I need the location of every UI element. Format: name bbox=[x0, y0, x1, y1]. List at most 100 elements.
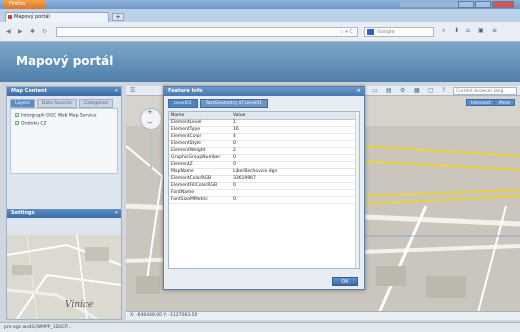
properties-grid: Name Value ElementLevel 1 ElementType 16 E… bbox=[168, 111, 360, 269]
back-icon[interactable]: ◀ bbox=[6, 28, 11, 35]
left-panel: Map Content « Layers Data Sources Catego… bbox=[6, 86, 122, 320]
window-controls bbox=[458, 1, 514, 8]
table-row[interactable]: ElementLevel 1 bbox=[169, 119, 359, 127]
browser-tab[interactable]: Mapový portál bbox=[5, 12, 109, 22]
portal-header: Mapový portál bbox=[0, 42, 520, 82]
window-titlebar: Firefox bbox=[0, 0, 520, 9]
layer-tree: Intergraph OGC Web Map Service Orotoku C… bbox=[10, 108, 118, 174]
tree-item[interactable]: Orotoku CZ bbox=[15, 120, 113, 126]
settings-header: Settings « bbox=[7, 209, 121, 218]
grid-scrollbar[interactable] bbox=[355, 112, 359, 268]
identify-icon[interactable]: ☰ bbox=[130, 87, 135, 94]
new-tab-button[interactable]: + bbox=[112, 13, 124, 21]
cell-value bbox=[231, 189, 359, 197]
cell-name: ElementLevel bbox=[169, 119, 231, 127]
measure-icon[interactable]: ▭ bbox=[372, 87, 378, 94]
zoom-slider[interactable] bbox=[150, 132, 152, 168]
status-bar: pre-ogc-ws4G/WMPP_1DSCP... bbox=[0, 322, 520, 332]
ok-button[interactable]: OK bbox=[332, 277, 358, 286]
overview-map-graphic: Vinice bbox=[7, 235, 121, 319]
table-row[interactable]: ElementWeight 2 bbox=[169, 147, 359, 155]
legend-icon[interactable]: ▦ bbox=[414, 87, 420, 94]
help-icon[interactable]: ? bbox=[442, 87, 445, 94]
location-search-input[interactable]: Current browser lang bbox=[453, 87, 517, 95]
pan-control[interactable]: + − bbox=[140, 108, 162, 130]
close-icon[interactable]: × bbox=[356, 87, 361, 96]
url-bar[interactable]: ☆ ▾ C bbox=[56, 27, 358, 37]
search-engine-icon[interactable] bbox=[367, 29, 374, 35]
tab-level01[interactable]: Level01 bbox=[168, 99, 198, 108]
table-row[interactable]: MapName LiberBechovice.dgn bbox=[169, 168, 359, 176]
addon-icon[interactable]: ▣ bbox=[478, 27, 484, 34]
settings-title: Settings bbox=[11, 210, 35, 216]
cell-name: ElementWeight bbox=[169, 147, 231, 155]
table-row[interactable]: ElementColor 4 bbox=[169, 133, 359, 141]
tab-textgeometry[interactable]: TextGeometry of Level01 bbox=[199, 99, 268, 108]
export-icon[interactable]: ▢ bbox=[428, 87, 434, 94]
properties-table: Name Value ElementLevel 1 ElementType 16 E… bbox=[169, 112, 359, 204]
search-icon[interactable]: ⌕ bbox=[442, 27, 445, 35]
column-header-name[interactable]: Name bbox=[169, 112, 231, 120]
maximize-button[interactable] bbox=[475, 1, 491, 8]
minimize-button[interactable] bbox=[458, 1, 474, 8]
table-row[interactable]: ElementFillColorRGB 0 bbox=[169, 182, 359, 190]
menu-icon[interactable]: ≡ bbox=[492, 27, 497, 34]
favicon-icon bbox=[8, 15, 12, 19]
tab-categories[interactable]: Categories bbox=[78, 99, 114, 108]
forward-icon[interactable]: ▶ bbox=[18, 28, 23, 35]
table-row[interactable]: FontSizeMMetric 0 bbox=[169, 196, 359, 204]
table-row[interactable]: FontName bbox=[169, 189, 359, 197]
more-button[interactable]: More bbox=[494, 99, 516, 106]
settings-panel: Settings « bbox=[7, 209, 121, 218]
download-icon[interactable]: ⬇ bbox=[454, 27, 459, 34]
map-content-header: Map Content « bbox=[7, 87, 121, 96]
zoom-out-icon[interactable]: − bbox=[147, 119, 153, 127]
collapse-icon[interactable]: « bbox=[115, 87, 118, 96]
navigation-bar: ◀ ▶ ✱ ↻ ☆ ▾ C Google ⌕ ⬇ ⌂ ▣ ≡ bbox=[0, 22, 520, 42]
tree-item[interactable]: Intergraph OGC Web Map Service bbox=[15, 113, 113, 119]
collapse-icon[interactable]: « bbox=[115, 209, 118, 218]
cell-value: 0 bbox=[231, 154, 359, 162]
table-row[interactable]: GraphicGroupNumber 0 bbox=[169, 154, 359, 162]
reload-icon[interactable]: ↻ bbox=[42, 28, 47, 35]
search-placeholder: Google bbox=[377, 29, 395, 35]
tab-bar: Mapový portál + bbox=[0, 9, 520, 22]
column-header-value[interactable]: Value bbox=[231, 112, 359, 120]
cell-value: 1 bbox=[231, 119, 359, 127]
firefox-menu-button[interactable]: Firefox bbox=[4, 0, 46, 9]
cell-name: ElementColorRGB bbox=[169, 175, 231, 183]
close-window-button[interactable] bbox=[492, 1, 514, 8]
tab-data-sources[interactable]: Data Sources bbox=[36, 99, 77, 108]
table-row[interactable]: ElementStyle 0 bbox=[169, 140, 359, 148]
url-dropdown-icon[interactable]: ☆ ▾ C bbox=[339, 29, 353, 35]
cell-value: 4 bbox=[231, 133, 359, 141]
layer-checkbox[interactable] bbox=[15, 120, 19, 125]
table-header-row: Name Value bbox=[169, 112, 359, 120]
page-title: Mapový portál bbox=[16, 54, 114, 68]
cell-name: ElementZ bbox=[169, 161, 231, 169]
cell-value: 16 bbox=[231, 126, 359, 134]
titlebar-blur bbox=[400, 2, 460, 7]
print-icon[interactable]: ▤ bbox=[386, 87, 392, 94]
intersect-button[interactable]: Intersect bbox=[466, 99, 496, 106]
dialog-titlebar[interactable]: Feature Info × bbox=[164, 87, 364, 96]
bookmark-star-icon[interactable]: ✱ bbox=[30, 28, 35, 35]
cell-name: ElementColor bbox=[169, 133, 231, 141]
zoom-in-icon[interactable]: + bbox=[147, 108, 153, 116]
table-row[interactable]: ElementType 16 bbox=[169, 126, 359, 134]
home-icon[interactable]: ⌂ bbox=[466, 27, 470, 34]
cell-name: ElementStyle bbox=[169, 140, 231, 148]
cell-name: ElementType bbox=[169, 126, 231, 134]
cell-value: LiberBechovice.dgn bbox=[231, 168, 359, 176]
left-panel-tabs: Layers Data Sources Categories bbox=[7, 96, 121, 108]
dialog-tabs: Level01 TextGeometry of Level01 bbox=[164, 96, 364, 108]
cell-name: FontSizeMMetric bbox=[169, 196, 231, 204]
tab-layers[interactable]: Layers bbox=[10, 99, 35, 108]
table-row[interactable]: ElementZ 0 bbox=[169, 161, 359, 169]
overview-map[interactable]: Vinice bbox=[7, 235, 121, 319]
cell-value: 0 bbox=[231, 196, 359, 204]
search-bar[interactable]: Google bbox=[364, 27, 434, 37]
layer-checkbox[interactable] bbox=[15, 113, 19, 117]
settings-icon[interactable]: ⚙ bbox=[400, 87, 405, 94]
table-row[interactable]: ElementColorRGB 33619967 bbox=[169, 175, 359, 183]
